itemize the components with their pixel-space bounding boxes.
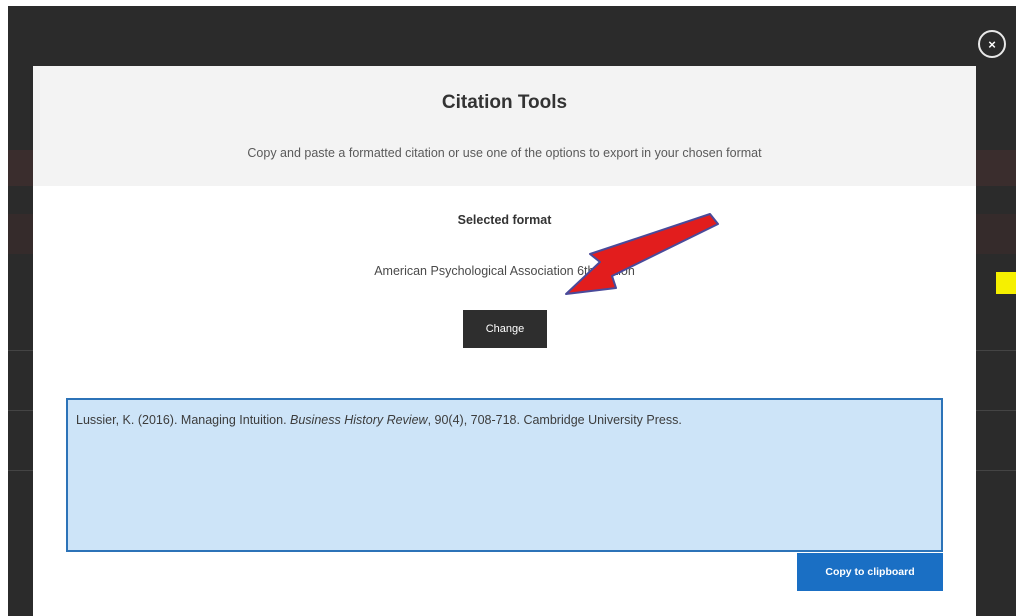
modal-subtitle: Copy and paste a formatted citation or u… <box>247 146 762 160</box>
copy-to-clipboard-button[interactable]: Copy to clipboard <box>797 553 943 591</box>
citation-authors-title: Lussier, K. (2016). Managing Intuition. <box>76 413 291 427</box>
change-format-button[interactable]: Change <box>463 310 547 348</box>
annotation-highlight-marker <box>996 272 1016 294</box>
close-modal-button[interactable]: × <box>978 30 1006 58</box>
selected-format-heading: Selected format <box>457 213 552 227</box>
close-icon: × <box>988 36 996 52</box>
citation-tools-modal: Citation Tools Copy and paste a formatte… <box>33 66 976 616</box>
modal-title: Citation Tools <box>441 92 568 113</box>
selected-format-name: American Psychological Association 6th e… <box>374 264 635 278</box>
modal-header: Citation Tools Copy and paste a formatte… <box>33 66 976 186</box>
annotation-arrow-icon <box>565 213 719 295</box>
citation-details: , 90(4), 708-718. Cambridge University P… <box>427 413 682 427</box>
citation-text-area[interactable]: Lussier, K. (2016). Managing Intuition. … <box>66 398 943 552</box>
citation-journal: Business History Review <box>290 413 428 427</box>
